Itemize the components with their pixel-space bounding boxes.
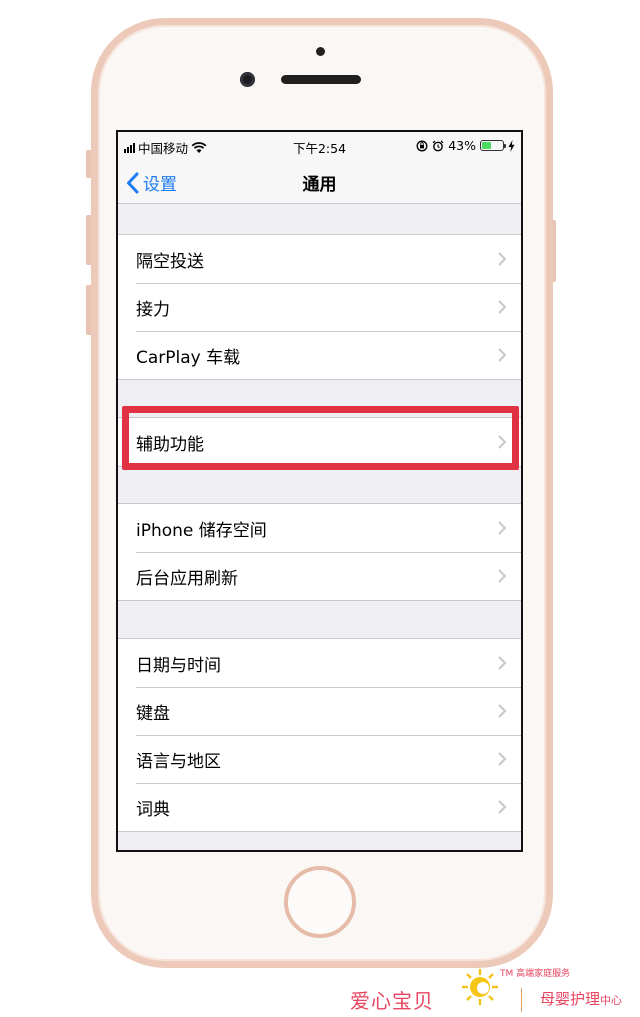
chevron-right-icon	[498, 348, 507, 362]
row-accessibility[interactable]: 辅助功能	[118, 418, 521, 466]
row-date-time[interactable]: 日期与时间	[118, 639, 521, 687]
row-background-refresh[interactable]: 后台应用刷新	[118, 552, 521, 600]
row-label: 接力	[136, 299, 170, 320]
alarm-icon	[432, 140, 444, 151]
status-right: 43%	[416, 138, 515, 153]
settings-group-sharing: 隔空投送 接力 CarPlay 车载	[118, 234, 521, 380]
row-keyboard[interactable]: 键盘	[118, 687, 521, 735]
row-airdrop[interactable]: 隔空投送	[118, 235, 521, 283]
watermark-sub-main: 母婴护理	[540, 990, 601, 1008]
row-label: iPhone 储存空间	[136, 520, 267, 541]
battery-level	[482, 142, 491, 149]
chevron-right-icon	[498, 569, 507, 583]
settings-group-accessibility: 辅助功能	[118, 417, 521, 467]
charging-bolt-icon	[508, 139, 515, 152]
proximity-sensor	[316, 47, 325, 56]
navigation-bar: 设置 通用	[118, 160, 521, 204]
watermark-sub-small: 中心	[600, 994, 623, 1007]
row-carplay[interactable]: CarPlay 车载	[118, 331, 521, 379]
row-language-region[interactable]: 语言与地区	[118, 735, 521, 783]
front-camera	[240, 72, 255, 87]
orientation-lock-icon	[416, 140, 428, 151]
settings-group-storage: iPhone 储存空间 后台应用刷新	[118, 503, 521, 601]
chevron-right-icon	[498, 752, 507, 766]
row-handoff[interactable]: 接力	[118, 283, 521, 331]
watermark-subtitle: 母婴护理中心	[540, 988, 622, 1009]
chevron-right-icon	[498, 800, 507, 814]
status-bar: 中国移动 下午2:54 43%	[118, 132, 521, 160]
settings-group-locale: 日期与时间 键盘 语言与地区 词典	[118, 638, 521, 832]
watermark-divider	[521, 988, 522, 1012]
page-title: 通用	[302, 175, 337, 195]
sun-logo-icon	[462, 969, 498, 1005]
chevron-right-icon	[498, 435, 507, 449]
row-label: 键盘	[136, 703, 170, 724]
battery-percent: 43%	[448, 138, 476, 153]
row-label: 隔空投送	[136, 251, 204, 272]
chevron-right-icon	[498, 300, 507, 314]
home-button[interactable]	[284, 866, 356, 938]
row-label: 辅助功能	[136, 434, 204, 455]
watermark-brand: 爱心宝贝	[350, 989, 434, 1013]
phone-screen: 中国移动 下午2:54 43% 设置 通用 隔空投送 接力 CarPlay 车载…	[116, 130, 523, 852]
row-label: 词典	[136, 799, 170, 820]
row-label: 日期与时间	[136, 655, 221, 676]
chevron-right-icon	[498, 704, 507, 718]
row-label: 后台应用刷新	[136, 568, 238, 589]
row-dictionary[interactable]: 词典	[118, 783, 521, 831]
chevron-right-icon	[498, 521, 507, 535]
watermark-tagline: TM 高端家庭服务	[500, 969, 571, 979]
row-label: 语言与地区	[136, 751, 221, 772]
battery-icon	[480, 140, 506, 151]
earpiece-speaker	[281, 75, 361, 84]
row-label: CarPlay 车载	[136, 347, 241, 368]
chevron-right-icon	[498, 656, 507, 670]
row-iphone-storage[interactable]: iPhone 储存空间	[118, 504, 521, 552]
chevron-right-icon	[498, 252, 507, 266]
